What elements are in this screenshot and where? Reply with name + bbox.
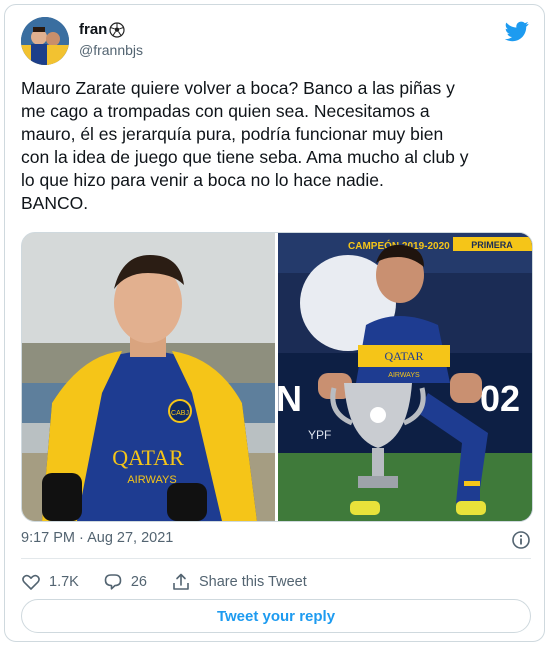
heart-icon <box>22 574 40 590</box>
tweet-header: fran @frannbjs <box>21 17 531 69</box>
tweet-text: Mauro Zarate quiere volver a boca? Banco… <box>21 78 469 213</box>
shirt-sponsor-2-sub: AIRWAYS <box>388 372 420 379</box>
soccer-ball-icon <box>109 21 125 38</box>
reply-count-button[interactable]: 26 <box>103 572 147 592</box>
share-button[interactable]: Share this Tweet <box>171 572 307 592</box>
share-icon <box>173 573 189 590</box>
tweet-media: CABJ QATAR AIRWAYS CAMPEÓN 2019-2020 PRI… <box>21 232 533 522</box>
photo-player-trophy[interactable]: CAMPEÓN 2019-2020 PRIMERA N 02 YPF QATAR… <box>278 233 532 521</box>
twitter-bird-icon[interactable] <box>505 19 529 43</box>
shirt-crest: CABJ <box>171 410 189 417</box>
photo-player-training[interactable]: CABJ QATAR AIRWAYS <box>22 233 275 521</box>
board-left-text: N <box>278 378 302 419</box>
info-icon[interactable] <box>511 530 531 550</box>
tweet-card: fran @frannbjs Mauro Zarate quiere volve… <box>4 4 545 642</box>
avatar[interactable] <box>21 17 69 65</box>
tweet-actions: 1.7K 26 Share this Tweet <box>21 568 531 596</box>
reply-count: 26 <box>130 574 147 590</box>
share-label: Share this Tweet <box>198 574 307 590</box>
sponsor-sign: YPF <box>308 428 331 442</box>
banner-primera: PRIMERA <box>471 240 513 250</box>
divider <box>21 558 531 559</box>
comment-icon <box>104 574 122 590</box>
like-button[interactable]: 1.7K <box>21 572 79 592</box>
tweet-your-reply-button[interactable]: Tweet your reply <box>21 599 531 633</box>
author-name[interactable]: fran <box>79 21 107 38</box>
author-handle[interactable]: @frannbjs <box>79 42 143 58</box>
shirt-sponsor: QATAR <box>112 445 184 470</box>
shirt-sponsor-sub: AIRWAYS <box>127 474 176 486</box>
tweet-timestamp[interactable]: 9:17 PM · Aug 27, 2021 <box>21 530 173 546</box>
tweet-meta: 9:17 PM · Aug 27, 2021 <box>21 530 531 552</box>
shirt-sponsor-2: QATAR <box>384 349 423 363</box>
board-right-text: 02 <box>480 378 520 419</box>
author-name-row[interactable]: fran <box>79 21 125 38</box>
like-count: 1.7K <box>49 574 79 590</box>
